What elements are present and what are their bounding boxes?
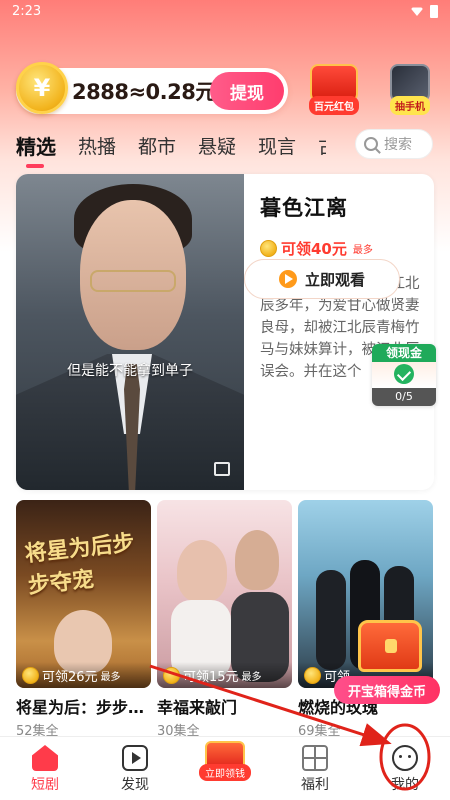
coin-icon bbox=[304, 666, 321, 684]
nav-label: 立即领钱 bbox=[199, 764, 251, 781]
drama-title: 幸福来敲门 bbox=[157, 698, 238, 717]
bottom-navigation: 短剧 发现 立即领钱 福利 我的 bbox=[0, 736, 450, 800]
phone-lottery-label: 抽手机 bbox=[390, 96, 430, 115]
tab-urban[interactable]: 都市 bbox=[138, 132, 176, 159]
featured-drama-card[interactable]: 但是能不能拿到单子 暮色江离 可领40元 最多 苏清染隐姓埋名嫁给江北辰多年，为… bbox=[16, 174, 434, 490]
status-bar: 2:23 bbox=[0, 0, 450, 22]
nav-short-drama[interactable]: 短剧 bbox=[10, 745, 80, 794]
status-icons bbox=[410, 4, 438, 18]
glasses-shape bbox=[90, 270, 176, 292]
search-placeholder: 搜索 bbox=[384, 137, 412, 153]
featured-reward: 可领40元 最多 bbox=[260, 238, 424, 259]
featured-title: 暮色江离 bbox=[260, 196, 348, 220]
red-packet-promo[interactable]: 百元红包 bbox=[302, 64, 366, 116]
poster-reward: 可领26元 最多 bbox=[16, 662, 151, 688]
coin-icon bbox=[22, 666, 39, 684]
nav-label: 我的 bbox=[391, 777, 419, 793]
treasure-chest-icon[interactable] bbox=[358, 620, 422, 672]
tab-mystery[interactable]: 悬疑 bbox=[198, 132, 236, 159]
search-icon bbox=[364, 137, 378, 151]
drama-card[interactable]: 将星为后步步夺宠 可领26元 最多 将星为后：步步… 52集全 bbox=[16, 500, 151, 739]
watch-now-button[interactable]: 立即观看 bbox=[244, 259, 400, 299]
cash-widget-title: 领现金 bbox=[372, 344, 436, 362]
nav-label: 短剧 bbox=[31, 777, 59, 793]
featured-reward-text: 可领40元 bbox=[281, 240, 347, 258]
home-icon bbox=[32, 745, 58, 771]
nav-label: 福利 bbox=[301, 777, 329, 793]
welfare-icon bbox=[302, 745, 328, 771]
nav-label: 发现 bbox=[121, 777, 149, 793]
poster-calligraphy: 将星为后步步夺宠 bbox=[23, 529, 136, 599]
poster-figure bbox=[177, 540, 227, 602]
category-tabs: 精选 热播 都市 悬疑 现言 古 bbox=[16, 128, 326, 168]
poster-reward-suffix: 最多 bbox=[100, 671, 121, 683]
coin-icon bbox=[163, 666, 180, 684]
nav-welfare[interactable]: 福利 bbox=[280, 745, 350, 794]
play-icon bbox=[278, 270, 297, 288]
cash-reward-widget[interactable]: 领现金 0/5 bbox=[372, 344, 436, 406]
battery-icon bbox=[430, 4, 438, 18]
poster-reward-text: 可领15元 bbox=[183, 669, 239, 685]
yen-coin-icon: ¥ bbox=[16, 62, 68, 114]
nav-profile[interactable]: 我的 bbox=[370, 745, 440, 794]
phone-lottery-promo[interactable]: 抽手机 bbox=[378, 64, 442, 116]
profile-icon bbox=[392, 745, 418, 771]
coin-summary: 2888≈0.28元 bbox=[72, 80, 216, 104]
poster-reward: 可领15元 最多 bbox=[157, 662, 292, 688]
mute-icon[interactable] bbox=[214, 462, 230, 476]
search-input[interactable]: 搜索 bbox=[355, 129, 433, 159]
poster-figure bbox=[235, 530, 279, 590]
poster-figure bbox=[316, 570, 346, 670]
poster-reward-text: 可领26元 bbox=[42, 669, 98, 685]
tab-modern-romance[interactable]: 现言 bbox=[258, 132, 296, 159]
status-time: 2:23 bbox=[12, 3, 42, 19]
open-chest-button[interactable]: 开宝箱得金币 bbox=[334, 676, 440, 704]
discover-icon bbox=[122, 745, 148, 771]
drama-poster[interactable]: 可领15元 最多 bbox=[157, 500, 292, 688]
watch-now-label: 立即观看 bbox=[304, 270, 365, 289]
wifi-icon bbox=[410, 7, 424, 16]
drama-card[interactable]: 可领15元 最多 幸福来敲门 30集全 bbox=[157, 500, 292, 739]
cash-widget-body bbox=[372, 362, 436, 388]
featured-reward-suffix: 最多 bbox=[352, 245, 373, 256]
nav-discover[interactable]: 发现 bbox=[100, 745, 170, 794]
tab-ancient[interactable]: 古 bbox=[318, 132, 326, 159]
poster-reward-suffix: 最多 bbox=[241, 671, 262, 683]
red-packet-label: 百元红包 bbox=[309, 96, 359, 115]
check-icon bbox=[394, 364, 414, 384]
nav-earn-money[interactable]: 立即领钱 bbox=[190, 741, 260, 781]
featured-video-thumbnail[interactable]: 但是能不能拿到单子 bbox=[16, 174, 244, 490]
tab-featured[interactable]: 精选 bbox=[16, 131, 56, 168]
cash-widget-progress: 0/5 bbox=[372, 388, 436, 406]
drama-title: 将星为后：步步… bbox=[16, 698, 145, 717]
video-subtitle: 但是能不能拿到单子 bbox=[67, 363, 193, 379]
withdraw-button[interactable]: 提现 bbox=[210, 72, 284, 110]
coin-icon bbox=[260, 240, 277, 257]
drama-poster[interactable]: 将星为后步步夺宠 可领26元 最多 bbox=[16, 500, 151, 688]
tab-hot[interactable]: 热播 bbox=[78, 132, 116, 159]
